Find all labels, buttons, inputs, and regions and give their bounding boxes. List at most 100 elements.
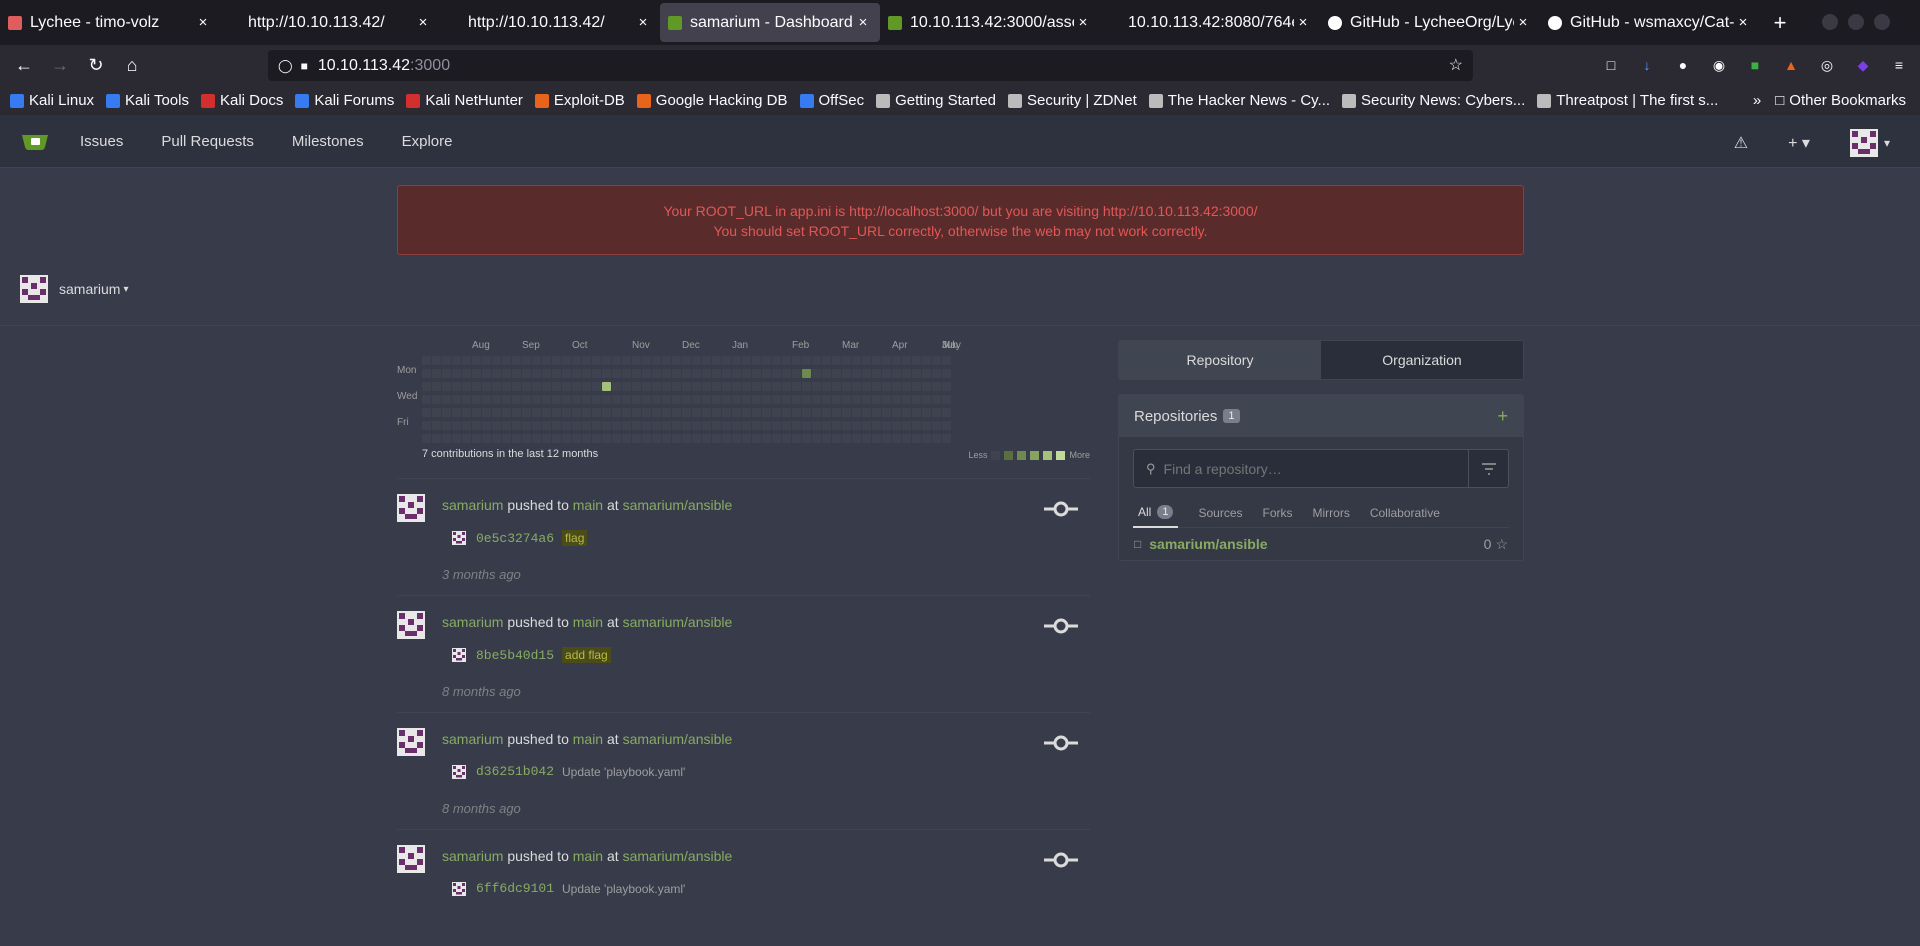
bookmark-item[interactable]: Getting Started	[876, 92, 996, 109]
heatmap-cell[interactable]	[492, 421, 501, 430]
heatmap-cell[interactable]	[632, 356, 641, 365]
heatmap-cell[interactable]	[792, 434, 801, 443]
heatmap-cell[interactable]	[642, 421, 651, 430]
heatmap-cell[interactable]	[642, 434, 651, 443]
heatmap-cell[interactable]	[942, 382, 951, 391]
heatmap-cell[interactable]	[852, 395, 861, 404]
heatmap-cell[interactable]	[472, 421, 481, 430]
heatmap-cell[interactable]	[912, 395, 921, 404]
heatmap-cell[interactable]	[602, 395, 611, 404]
heatmap-cell[interactable]	[752, 356, 761, 365]
bookmark-item[interactable]: Kali Forums	[295, 92, 394, 109]
reload-button[interactable]: ↻	[78, 51, 114, 81]
heatmap-cell[interactable]	[442, 434, 451, 443]
heatmap-cell[interactable]	[532, 395, 541, 404]
bookmark-item[interactable]: Kali NetHunter	[406, 92, 523, 109]
heatmap-cell[interactable]	[762, 395, 771, 404]
heatmap-cell[interactable]	[742, 434, 751, 443]
heatmap-cell[interactable]	[862, 395, 871, 404]
heatmap-cell[interactable]	[862, 421, 871, 430]
filter-collaborative[interactable]: Collaborative	[1370, 498, 1440, 528]
heatmap-cell[interactable]	[642, 356, 651, 365]
heatmap-cell[interactable]	[802, 434, 811, 443]
heatmap-cell[interactable]	[552, 421, 561, 430]
bookmark-star-icon[interactable]: ☆	[1449, 55, 1463, 75]
tab-repository[interactable]: Repository	[1119, 341, 1321, 379]
heatmap-cell[interactable]	[662, 356, 671, 365]
heatmap-cell[interactable]	[882, 421, 891, 430]
minimize-button[interactable]	[1822, 14, 1838, 30]
heatmap-cell[interactable]	[652, 382, 661, 391]
heatmap-cell[interactable]	[562, 434, 571, 443]
heatmap-cell[interactable]	[722, 421, 731, 430]
heatmap-cell[interactable]	[782, 408, 791, 417]
heatmap-cell[interactable]	[632, 369, 641, 378]
heatmap-cell[interactable]	[602, 421, 611, 430]
heatmap-cell[interactable]	[622, 369, 631, 378]
heatmap-cell[interactable]	[702, 434, 711, 443]
repo-search-field[interactable]: ⚲	[1133, 449, 1469, 488]
feed-branch-link[interactable]: main	[573, 731, 603, 747]
heatmap-cell[interactable]	[712, 356, 721, 365]
extension-gray-icon[interactable]: ◉	[1708, 54, 1730, 76]
heatmap-cell[interactable]	[762, 382, 771, 391]
heatmap-cell[interactable]	[672, 395, 681, 404]
heatmap-cell[interactable]	[712, 382, 721, 391]
close-tab-icon[interactable]: ×	[1514, 14, 1532, 31]
heatmap-cell[interactable]	[742, 421, 751, 430]
heatmap-cell[interactable]	[432, 408, 441, 417]
heatmap-cell[interactable]	[422, 395, 431, 404]
heatmap-cell[interactable]	[772, 434, 781, 443]
notification-bell-icon[interactable]: ⚠	[1734, 133, 1748, 153]
heatmap-cell[interactable]	[652, 395, 661, 404]
heatmap-cell[interactable]	[562, 369, 571, 378]
heatmap-cell[interactable]	[922, 356, 931, 365]
heatmap-cell[interactable]	[512, 382, 521, 391]
heatmap-cell[interactable]	[452, 434, 461, 443]
heatmap-cell[interactable]	[882, 434, 891, 443]
heatmap-cell[interactable]	[662, 421, 671, 430]
heatmap-cell[interactable]	[632, 382, 641, 391]
heatmap-cell[interactable]	[732, 421, 741, 430]
heatmap-cell[interactable]	[442, 369, 451, 378]
heatmap-cell[interactable]	[882, 356, 891, 365]
heatmap-cell[interactable]	[752, 369, 761, 378]
maximize-button[interactable]	[1848, 14, 1864, 30]
create-plus-icon[interactable]: + ▾	[1788, 133, 1810, 153]
heatmap-cell[interactable]	[422, 434, 431, 443]
feed-user-link[interactable]: samarium	[442, 614, 503, 630]
heatmap-cell[interactable]	[652, 369, 661, 378]
heatmap-cell[interactable]	[542, 434, 551, 443]
heatmap-cell[interactable]	[512, 408, 521, 417]
heatmap-cell[interactable]	[722, 395, 731, 404]
heatmap-cell[interactable]	[892, 395, 901, 404]
heatmap-cell[interactable]	[452, 395, 461, 404]
heatmap-cell[interactable]	[822, 369, 831, 378]
heatmap-cell[interactable]	[462, 369, 471, 378]
heatmap-cell[interactable]	[742, 369, 751, 378]
heatmap-cell[interactable]	[422, 408, 431, 417]
heatmap-cell[interactable]	[442, 395, 451, 404]
heatmap-cell[interactable]	[432, 421, 441, 430]
heatmap-cell[interactable]	[552, 408, 561, 417]
feed-avatar[interactable]	[397, 494, 425, 522]
heatmap-cell[interactable]	[792, 408, 801, 417]
new-tab-button[interactable]: +	[1760, 0, 1800, 45]
heatmap-cell[interactable]	[772, 382, 781, 391]
nav-explore[interactable]: Explore	[402, 133, 453, 150]
heatmap-cell[interactable]	[862, 382, 871, 391]
heatmap-cell[interactable]	[452, 369, 461, 378]
heatmap-cell[interactable]	[892, 434, 901, 443]
bookmark-item[interactable]: Google Hacking DB	[636, 92, 788, 109]
heatmap-cell[interactable]	[892, 369, 901, 378]
bookmark-item[interactable]: Kali Linux	[10, 92, 94, 109]
heatmap-cell[interactable]	[912, 421, 921, 430]
heatmap-cell[interactable]	[832, 395, 841, 404]
heatmap-cell[interactable]	[822, 395, 831, 404]
heatmap-cell[interactable]	[882, 382, 891, 391]
heatmap-cell[interactable]	[852, 356, 861, 365]
heatmap-cell[interactable]	[912, 369, 921, 378]
commit-sha-link[interactable]: 6ff6dc9101	[476, 881, 554, 896]
new-repo-plus-icon[interactable]: +	[1497, 406, 1508, 427]
heatmap-cell[interactable]	[762, 421, 771, 430]
